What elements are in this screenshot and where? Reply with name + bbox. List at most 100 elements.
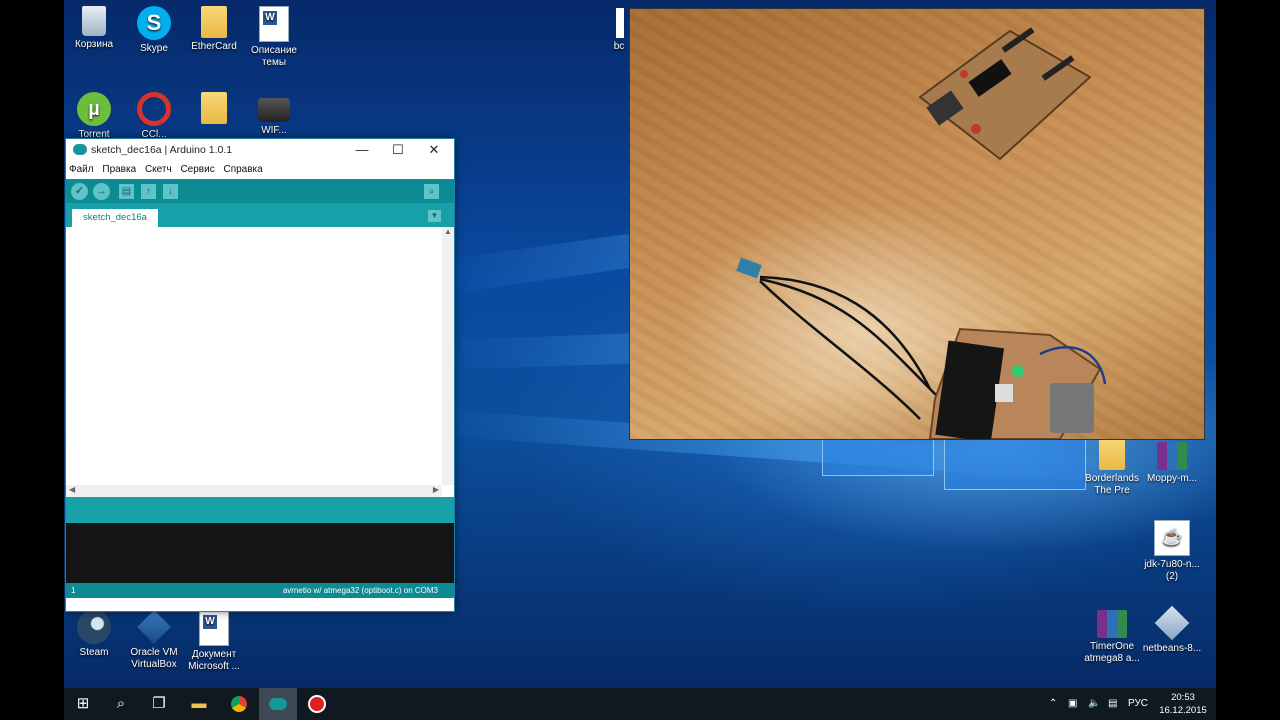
task-view-icon[interactable]: ❐ — [140, 688, 178, 720]
menu-help[interactable]: Справка — [223, 164, 262, 175]
file-explorer-icon[interactable]: ▬ — [180, 688, 218, 720]
desktop-icon-ccleaner[interactable]: CCl... — [124, 92, 184, 141]
desktop-icon-label: Moppy-m... — [1146, 473, 1197, 484]
desktop-icon-opisanie-temy[interactable]: Описание темы — [244, 6, 304, 69]
sensor-with-wires — [736, 257, 941, 420]
tab-menu-button[interactable]: ▼ — [428, 210, 441, 222]
desktop-icon-label: jdk-7u80-n... (2) — [1144, 559, 1200, 582]
search-icon[interactable]: ⌕ — [102, 688, 140, 720]
verify-button[interactable]: ✓ — [71, 183, 88, 200]
taskbar: ⊞ ⌕ ❐ ▬ ⌃ ▣ 🔈 ▤ РУС 20:53 16.12.2015 — [64, 688, 1216, 720]
tab-bar: sketch_dec16a ▼ — [66, 203, 454, 227]
desktop-icon-folder[interactable] — [184, 92, 244, 127]
webcam-scene — [736, 27, 1107, 439]
save-sketch-button[interactable]: ↓ — [163, 184, 178, 199]
winrar-icon — [1097, 610, 1127, 638]
desktop-icon-label: Steam — [79, 647, 109, 658]
menu-file[interactable]: Файл — [69, 164, 94, 175]
tray-overflow-icon[interactable]: ⌃ — [1049, 688, 1057, 720]
java-installer-icon: ☕ — [1154, 520, 1190, 556]
wallpaper-logo-pane — [944, 438, 1086, 490]
skype-icon: S — [137, 6, 171, 40]
folder-icon — [201, 92, 227, 124]
desktop-icon-label: Oracle VM VirtualBox — [130, 647, 178, 670]
desktop-icon-recycle-bin[interactable]: Корзина — [64, 6, 124, 51]
volume-icon[interactable]: 🔈 — [1088, 688, 1100, 720]
desktop: Корзина S Skype EtherCard Описание темы … — [64, 0, 1216, 688]
minimize-button[interactable]: — — [344, 139, 380, 161]
start-button[interactable]: ⊞ — [64, 688, 102, 720]
desktop-icon-label: Borderlands The Pre — [1085, 473, 1139, 496]
menu-edit[interactable]: Правка — [102, 164, 136, 175]
desktop-icon-virtualbox[interactable]: Oracle VM VirtualBox — [124, 610, 184, 671]
desktop-icon-label: TimerOne atmega8 a... — [1084, 641, 1140, 664]
scroll-left-icon[interactable]: ◀ — [69, 485, 75, 494]
desktop-icon-timerone[interactable]: TimerOne atmega8 a... — [1082, 606, 1142, 665]
footer-bar: 1 avrnetio w/ atmega32 (optiboot.c) on C… — [66, 583, 454, 598]
desktop-icon-label: WIF... — [261, 125, 287, 136]
camera-shortcut-icon — [258, 98, 290, 122]
desktop-icon-moppy[interactable]: Moppy-m... — [1142, 438, 1202, 485]
notifications-icon[interactable]: ▤ — [1108, 688, 1117, 720]
clock-time: 20:53 — [1171, 692, 1195, 703]
board-info: avrnetio w/ atmega32 (optiboot.c) on COM… — [282, 586, 438, 595]
serial-monitor-button[interactable]: ⌕ — [424, 184, 439, 199]
network-icon[interactable]: ▣ — [1068, 688, 1077, 720]
clock[interactable]: 20:53 16.12.2015 — [1158, 691, 1208, 717]
desktop-icon-steam[interactable]: Steam — [64, 610, 124, 659]
recycle-bin-icon — [82, 6, 106, 36]
horizontal-scrollbar[interactable]: ◀ ▶ — [66, 485, 442, 497]
new-sketch-button[interactable]: ▤ — [119, 184, 134, 199]
desktop-icon-label: Документ Microsoft ... — [188, 649, 240, 672]
folder-icon — [1099, 438, 1125, 470]
line-number: 1 — [71, 586, 76, 595]
language-indicator[interactable]: РУС — [1128, 688, 1148, 720]
folder-icon — [201, 6, 227, 38]
word-document-icon — [259, 6, 289, 42]
pcb-board-top — [918, 27, 1092, 161]
upload-button[interactable]: → — [93, 183, 110, 200]
status-bar — [66, 497, 454, 523]
arduino-ide-window[interactable]: sketch_dec16a | Arduino 1.0.1 — ☐ ✕ Файл… — [65, 138, 455, 612]
tab-sketch[interactable]: sketch_dec16a — [72, 209, 158, 227]
window-title: sketch_dec16a | Arduino 1.0.1 — [91, 144, 233, 156]
wallpaper-logo-pane — [822, 438, 934, 476]
scroll-right-icon[interactable]: ▶ — [433, 485, 439, 494]
desktop-icon-label: bc — [613, 41, 625, 52]
window-titlebar[interactable]: sketch_dec16a | Arduino 1.0.1 — ☐ ✕ — [66, 139, 454, 161]
menu-tools[interactable]: Сервис — [180, 164, 214, 175]
desktop-icon-label: Skype — [140, 43, 168, 54]
ccleaner-icon — [137, 92, 171, 126]
recorder-icon[interactable] — [298, 688, 336, 720]
toolbar: ✓ → ▤ ↑ ↓ ⌕ — [66, 179, 454, 203]
desktop-icon-torrent[interactable]: µ Torrent — [64, 92, 124, 141]
desktop-icon-borderlands[interactable]: Borderlands The Pre — [1082, 438, 1142, 497]
arduino-logo-icon — [73, 144, 87, 155]
desktop-icon-label: netbeans-8... — [1142, 643, 1202, 654]
desktop-icon-jdk[interactable]: ☕ jdk-7u80-n... (2) — [1142, 520, 1202, 583]
desktop-icon-label: EtherCard — [191, 41, 237, 52]
desktop-icon-wif[interactable]: WIF... — [244, 92, 304, 137]
utorrent-icon: µ — [77, 92, 111, 126]
webcam-video-window[interactable] — [629, 8, 1205, 440]
netbeans-installer-icon — [1154, 605, 1190, 641]
close-button[interactable]: ✕ — [416, 139, 452, 161]
desktop-icon-label: Корзина — [74, 39, 114, 50]
desktop-icon-document-microsoft[interactable]: Документ Microsoft ... — [184, 610, 244, 673]
word-document-icon — [199, 610, 229, 646]
maximize-button[interactable]: ☐ — [380, 139, 416, 161]
desktop-icon-bc[interactable]: bc — [608, 8, 630, 53]
open-sketch-button[interactable]: ↑ — [141, 184, 156, 199]
desktop-icon-label: Описание темы — [250, 45, 297, 68]
menu-sketch[interactable]: Скетч — [145, 164, 172, 175]
document-icon — [616, 8, 624, 38]
chrome-icon[interactable] — [220, 688, 258, 720]
clock-date: 16.12.2015 — [1159, 705, 1207, 716]
desktop-icon-netbeans[interactable]: netbeans-8... — [1142, 605, 1202, 655]
winrar-icon — [1157, 442, 1187, 470]
arduino-taskbar-icon[interactable] — [259, 688, 297, 720]
desktop-icon-skype[interactable]: S Skype — [124, 6, 184, 55]
desktop-icon-ethercard[interactable]: EtherCard — [184, 6, 244, 53]
code-editor[interactable]: ▲ ◀ ▶ — [66, 227, 454, 497]
vertical-scrollbar[interactable]: ▲ — [442, 227, 454, 485]
